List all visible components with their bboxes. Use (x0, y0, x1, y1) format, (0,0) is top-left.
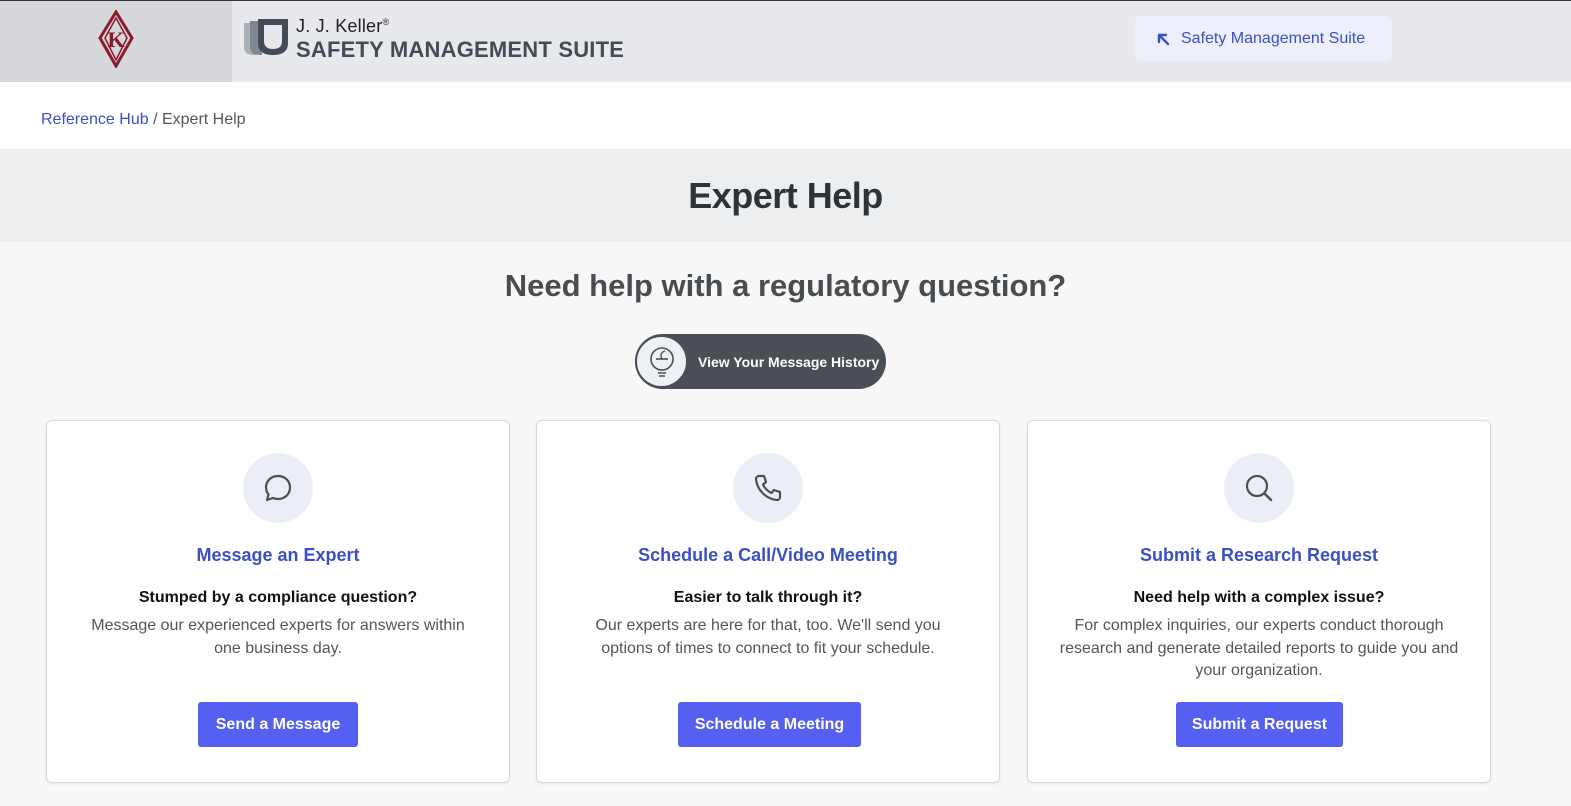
safety-management-suite-label: Safety Management Suite (1181, 29, 1366, 47)
svg-text:K: K (107, 27, 124, 52)
brand-product-name: SAFETY MANAGEMENT SUITE (296, 37, 625, 62)
safety-management-suite-button[interactable]: Safety Management Suite (1135, 16, 1392, 61)
page-title: Expert Help (688, 174, 883, 216)
send-message-button[interactable]: Send a Message (198, 702, 358, 747)
shield-stack-icon (242, 17, 290, 62)
card-title: Message an Expert (196, 545, 360, 565)
card-title: Submit a Research Request (1139, 545, 1379, 565)
breadcrumb-current: Expert Help (161, 111, 246, 128)
arrow-up-left-icon (1155, 31, 1171, 47)
submit-request-button[interactable]: Submit a Request (1176, 702, 1343, 747)
lightbulb-icon (635, 335, 688, 388)
message-expert-card: Message an Expert Stumped by a complianc… (46, 420, 510, 783)
brand-lockup[interactable]: J. J. Keller® SAFETY MANAGEMENT SUITE (242, 15, 624, 63)
schedule-meeting-card: Schedule a Call/Video Meeting Easier to … (536, 420, 1000, 783)
logo-area[interactable]: K (0, 1, 232, 82)
research-request-card: Submit a Research Request Need help with… (1027, 420, 1491, 783)
registered-mark: ® (382, 17, 390, 27)
breadcrumb: Reference Hub / Expert Help (41, 111, 246, 129)
phone-icon (733, 453, 803, 523)
view-message-history-button[interactable]: View Your Message History (635, 334, 886, 389)
page-subheading: Need help with a regulatory question? (504, 268, 1067, 303)
chat-bubble-icon (243, 453, 313, 523)
jjkeller-k-logo-icon: K (96, 9, 136, 73)
breadcrumb-bar: Reference Hub / Expert Help (0, 82, 1571, 149)
title-band: Expert Help (0, 149, 1571, 242)
top-header: K J. J. Keller® SAFETY MANAGEMENT SUITE … (0, 0, 1571, 82)
breadcrumb-separator: / (148, 111, 162, 128)
card-title: Schedule a Call/Video Meeting (638, 545, 898, 565)
brand-company-name: J. J. Keller (296, 16, 383, 36)
schedule-meeting-button[interactable]: Schedule a Meeting (678, 702, 861, 747)
card-question: Stumped by a compliance question? (138, 589, 418, 606)
card-question: Easier to talk through it? (673, 589, 863, 606)
view-message-history-label: View Your Message History (698, 353, 880, 370)
card-description: For complex inquiries, our experts condu… (1059, 617, 1459, 679)
breadcrumb-reference-hub-link[interactable]: Reference Hub (41, 111, 149, 128)
card-question: Need help with a complex issue? (1133, 589, 1385, 606)
card-description: Our experts are here for that, too. We'l… (595, 617, 941, 657)
search-icon (1224, 453, 1294, 523)
card-description: Message our experienced experts for answ… (91, 617, 465, 657)
